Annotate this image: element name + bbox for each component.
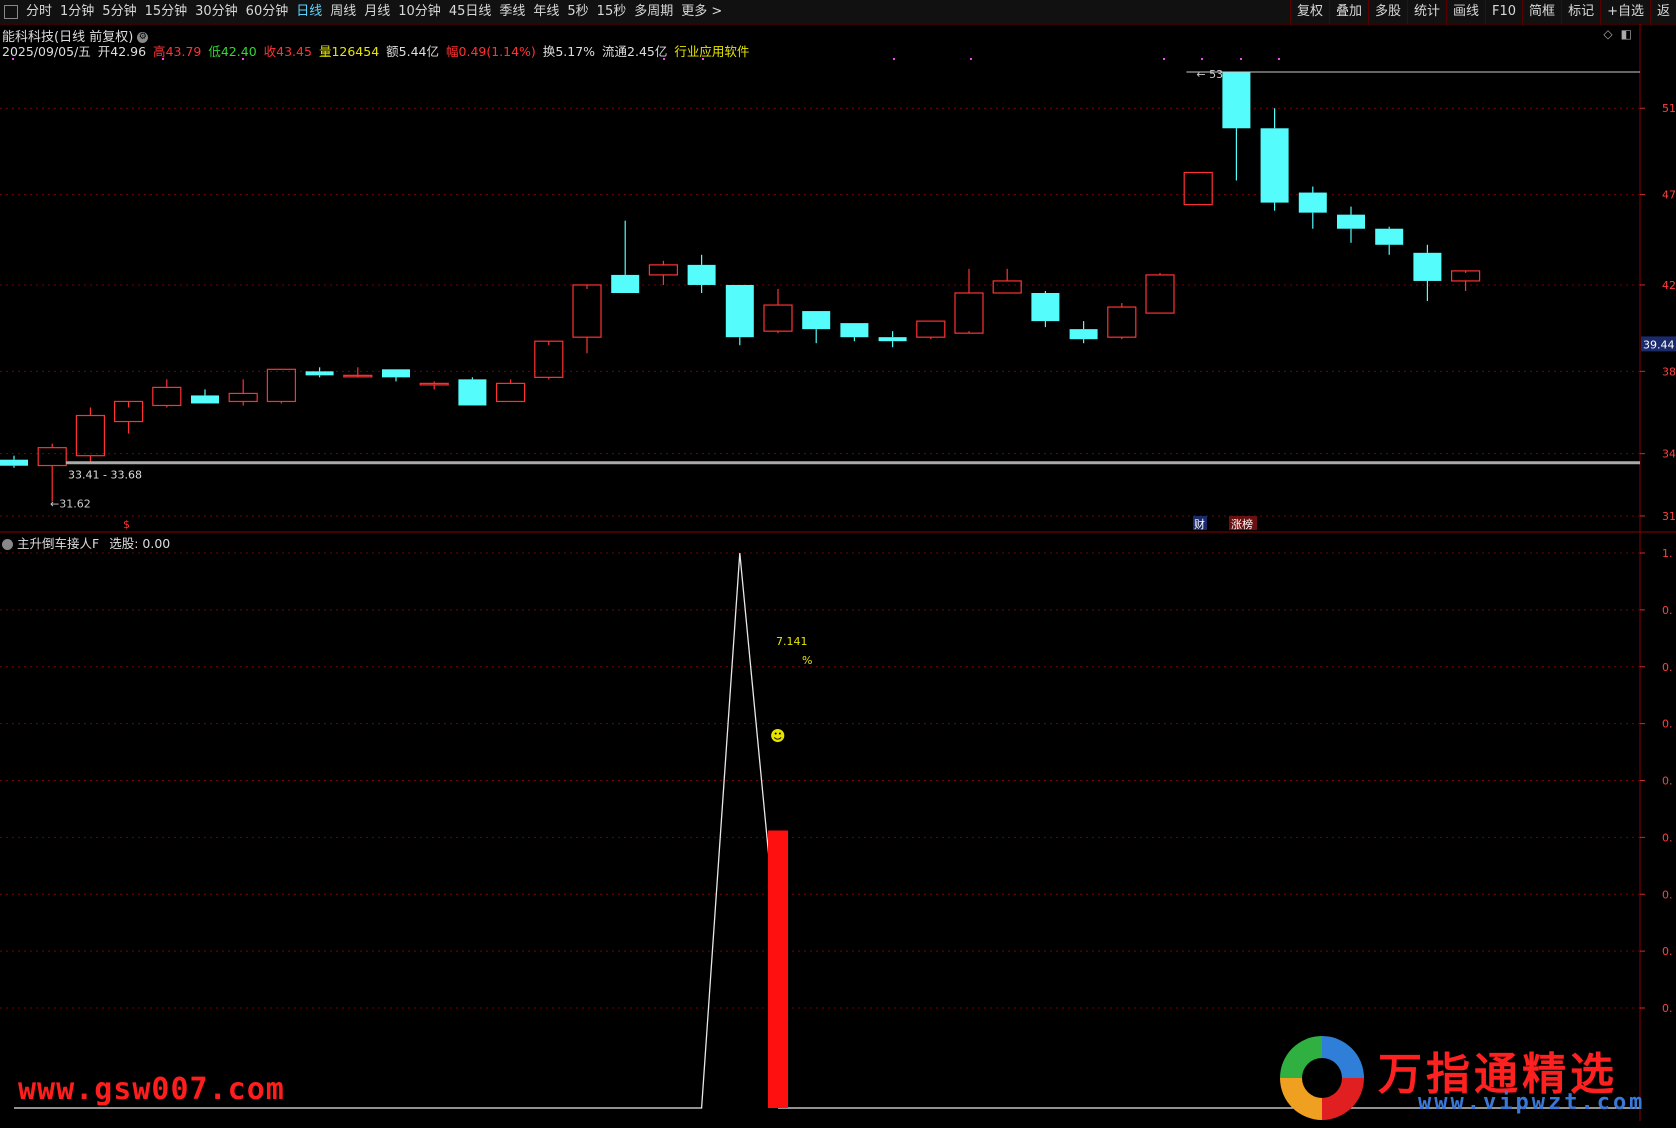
watermark-logo-icon	[1280, 1036, 1364, 1120]
max-price-label: ← 53.	[1196, 68, 1226, 81]
candle-body-down	[840, 323, 869, 338]
candle-body-up	[534, 340, 564, 378]
candle-body-down	[611, 274, 640, 293]
watermark-url: www.vipwzt.com	[1418, 1090, 1646, 1115]
candle-body-up	[419, 382, 449, 386]
min-price-label: ←31.62	[50, 497, 91, 510]
price-tick-label: 38.	[1662, 365, 1676, 378]
watermark-left: www.gsw007.com	[18, 1072, 285, 1107]
price-tick-label: 34.	[1662, 448, 1676, 461]
candle-body-up	[992, 280, 1022, 294]
candle-body-down	[687, 264, 716, 285]
candle-body-down	[802, 311, 831, 330]
signal-dot	[1163, 58, 1165, 60]
price-tick-label: 42.	[1662, 279, 1676, 292]
signal-dot	[162, 58, 164, 60]
candle-body-up	[75, 414, 106, 457]
indicator-tick-label: 0.	[1662, 831, 1673, 844]
candle-body-up	[496, 382, 526, 403]
candle-body-down	[191, 395, 219, 404]
candle-body-up	[1183, 171, 1213, 206]
event-marker: $	[123, 518, 130, 531]
candle-body-up	[152, 386, 182, 407]
signal-dot	[702, 58, 704, 60]
candle-body-up	[1145, 274, 1175, 314]
range-label: 33.41 - 33.68	[68, 469, 142, 482]
candle-body-down	[1337, 214, 1365, 229]
candle-body-down	[1069, 329, 1098, 340]
candle-body-down	[725, 284, 754, 338]
candle-body-up	[954, 292, 984, 334]
rank-marker: 涨榜	[1231, 517, 1253, 531]
candle-body-down	[878, 337, 907, 342]
candle-body-down	[0, 459, 28, 466]
signal-dot	[1278, 58, 1280, 60]
candle-body-up	[1107, 306, 1137, 338]
indicator-tick-label: 0.	[1662, 661, 1673, 674]
price-tick-label: 31.	[1662, 510, 1676, 523]
candle-body-up	[916, 320, 946, 338]
annotation-value: 7.141	[776, 635, 808, 648]
candle-body-down	[1031, 292, 1060, 322]
candle-body-down	[458, 379, 487, 406]
signal-dot	[893, 58, 895, 60]
signal-dot	[970, 58, 972, 60]
candle-body-down	[382, 369, 410, 378]
candle-body-up	[266, 368, 296, 403]
candle-body-up	[572, 284, 602, 338]
candle-body-down	[305, 371, 334, 376]
indicator-line	[14, 552, 779, 1109]
candle-body-down	[1375, 228, 1404, 245]
price-tick-label: 47.	[1662, 189, 1676, 202]
candle-body-down	[1413, 252, 1442, 281]
signal-dot	[1201, 58, 1203, 60]
signal-dot	[242, 58, 244, 60]
smiley-icon: ☻	[770, 727, 786, 745]
annotation-unit: %	[802, 654, 812, 667]
candle-body-up	[228, 392, 258, 403]
indicator-tick-label: 0.	[1662, 718, 1673, 731]
indicator-tick-label: 0.	[1662, 888, 1673, 901]
chart-canvas[interactable]: 51. 47. 42. 38. 34. 31. ← 53. ←31.62 33.41 - 33.…	[0, 0, 1676, 1121]
signal-dot	[1240, 58, 1242, 60]
candle-body-down	[1260, 128, 1289, 203]
indicator-tick-label: 0.	[1662, 945, 1673, 958]
candle-body-up	[648, 264, 679, 276]
indicator-tick-label: 1.	[1662, 547, 1673, 560]
signal-dot	[12, 58, 14, 60]
price-tick-label: 51.	[1662, 102, 1676, 115]
candle-body-up	[37, 447, 67, 467]
signal-dot	[663, 58, 665, 60]
candle-body-down	[1298, 192, 1327, 213]
finance-marker: 财	[1194, 517, 1205, 531]
indicator-tick-label: 0.	[1662, 775, 1673, 788]
current-price-label: 39.44	[1643, 338, 1675, 351]
candle-body-up	[763, 304, 793, 332]
indicator-bar	[768, 830, 788, 1108]
indicator-tick-label: 0.	[1662, 604, 1673, 617]
indicator-tick-label: 0.	[1662, 1002, 1673, 1015]
